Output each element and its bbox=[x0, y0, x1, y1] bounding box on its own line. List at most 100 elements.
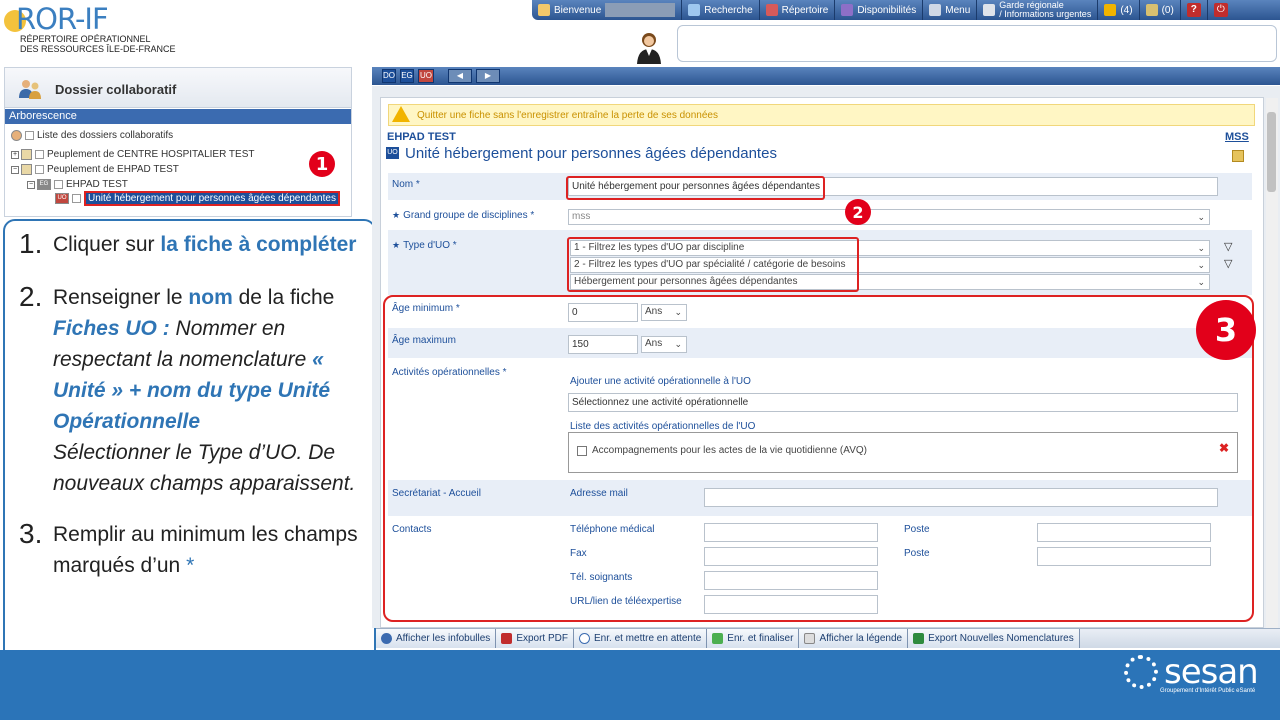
bed-icon bbox=[841, 4, 854, 16]
tab-do[interactable]: DO bbox=[382, 69, 396, 83]
info-icon bbox=[381, 633, 392, 644]
export-nomenclatures-button[interactable]: Export Nouvelles Nomenclatures bbox=[908, 629, 1080, 648]
dropdown-icon bbox=[54, 180, 63, 189]
app-header: ROR-IF RÉPERTOIRE OPÉRATIONNEL DES RESSO… bbox=[0, 0, 1280, 66]
nav-garde[interactable]: Garde régionale / Informations urgentes bbox=[977, 0, 1099, 20]
document-icon bbox=[804, 633, 816, 644]
sesan-logo: sesan bbox=[1164, 652, 1259, 692]
form-title: Unité hébergement pour personnes âgées d… bbox=[405, 145, 777, 162]
export-pdf-button[interactable]: Export PDF bbox=[496, 629, 574, 648]
selected-tree-item[interactable]: Unité hébergement pour personnes âgées d… bbox=[84, 191, 340, 206]
message-box bbox=[677, 25, 1277, 62]
pdf-icon bbox=[501, 633, 513, 644]
user-name-redacted bbox=[605, 3, 676, 17]
book-icon bbox=[765, 4, 778, 16]
dropdown-icon bbox=[25, 131, 34, 140]
excel-icon bbox=[913, 633, 925, 644]
panel-header: Dossier collaboratif bbox=[5, 68, 351, 108]
users-icon bbox=[11, 130, 22, 141]
collaborative-folder-panel: Dossier collaboratif Arborescence Liste … bbox=[4, 67, 352, 217]
tree-item-ehpad-peuplement[interactable]: − Peuplement de EHPAD TEST bbox=[11, 163, 179, 176]
scrollbar-thumb[interactable] bbox=[1267, 112, 1276, 192]
collapse-icon: − bbox=[11, 165, 19, 174]
uo-icon: UO bbox=[386, 147, 399, 159]
clock-icon bbox=[579, 633, 590, 644]
chevron-down-icon: ⌄ bbox=[1197, 212, 1205, 222]
nav-repertoire[interactable]: Répertoire bbox=[760, 0, 836, 20]
step-3: 3. Remplir au minimum les champs marqués… bbox=[19, 518, 358, 578]
show-legend-button[interactable]: Afficher la légende bbox=[799, 629, 909, 648]
highlight-required-fields bbox=[383, 295, 1254, 622]
nav-messages[interactable]: (0) bbox=[1140, 0, 1181, 20]
show-tooltips-button[interactable]: Afficher les infobulles bbox=[376, 629, 497, 648]
folder-icon bbox=[21, 149, 32, 160]
nav-disponibilites[interactable]: Disponibilités bbox=[835, 0, 924, 20]
folder-icon bbox=[21, 164, 32, 175]
grand-groupe-select[interactable]: mss ⌄ bbox=[568, 209, 1210, 225]
save-finalize-button[interactable]: Enr. et finaliser bbox=[707, 629, 800, 648]
step-badge-3: 3 bbox=[1196, 300, 1256, 360]
tree-item-list[interactable]: Liste des dossiers collaboratifs bbox=[11, 129, 173, 142]
filter-icon[interactable]: ▽ bbox=[1224, 257, 1232, 270]
footer-bar bbox=[0, 650, 1280, 720]
star-icon: ★ bbox=[392, 210, 401, 220]
dropdown-icon bbox=[35, 165, 44, 174]
bottom-toolbar: Afficher les infobulles Export PDF Enr. … bbox=[376, 628, 1280, 648]
form-toolbar: DO EG UO ◀ ▶ bbox=[372, 67, 1280, 85]
step-1: 1. Cliquer sur la fiche à compléter bbox=[19, 228, 357, 259]
uo-icon: UO bbox=[55, 193, 69, 204]
tab-eg[interactable]: EG bbox=[400, 69, 414, 83]
step-2: 2. Renseigner le nom de la fiche Fiches … bbox=[19, 281, 356, 496]
star-icon: ★ bbox=[392, 240, 401, 250]
forward-arrow-icon[interactable]: ▶ bbox=[476, 69, 500, 83]
mail-icon bbox=[1145, 4, 1158, 16]
arrow-icon bbox=[688, 4, 701, 16]
avatar-icon bbox=[637, 33, 661, 64]
warning-banner: Quitter une fiche sans l'enregistrer ent… bbox=[388, 104, 1255, 126]
filter-icon[interactable]: ▽ bbox=[1224, 240, 1232, 253]
panel-title: Dossier collaboratif bbox=[55, 82, 177, 97]
user-icon bbox=[538, 4, 550, 16]
sesan-subtitle: Groupement d'Intérêt Public eSanté bbox=[1160, 688, 1256, 694]
mss-link[interactable]: MSS bbox=[1225, 131, 1249, 143]
chevron-down-icon: ⌄ bbox=[1197, 243, 1205, 253]
tree-item-unite[interactable]: UO Unité hébergement pour personnes âgées… bbox=[55, 191, 340, 206]
sesan-logo-icon bbox=[1124, 655, 1158, 689]
expand-icon: + bbox=[11, 150, 19, 159]
nav-welcome[interactable]: Bienvenue bbox=[532, 0, 683, 20]
ror-logo: ROR-IF bbox=[16, 2, 109, 36]
help-button[interactable]: ? bbox=[1181, 0, 1208, 20]
monitor-icon bbox=[929, 4, 942, 16]
instructions-panel: 1. Cliquer sur la fiche à compléter 2. R… bbox=[3, 219, 376, 699]
nav-alerts[interactable]: (4) bbox=[1098, 0, 1140, 20]
ror-logo-subtitle: RÉPERTOIRE OPÉRATIONNEL DES RESSOURCES Î… bbox=[20, 34, 176, 54]
users-icon bbox=[19, 80, 41, 99]
nav-menu[interactable]: Menu bbox=[923, 0, 978, 20]
chevron-down-icon: ⌄ bbox=[1197, 260, 1205, 270]
entity-name: EHPAD TEST bbox=[387, 131, 456, 143]
add-document-icon[interactable] bbox=[1232, 150, 1244, 162]
highlight-type-uo bbox=[567, 237, 859, 292]
dropdown-icon bbox=[72, 194, 81, 203]
phone-icon bbox=[983, 4, 996, 16]
tab-uo[interactable]: UO bbox=[418, 69, 434, 83]
save-pending-button[interactable]: Enr. et mettre en attente bbox=[574, 629, 708, 648]
check-icon bbox=[712, 633, 724, 644]
collapse-icon: − bbox=[27, 180, 35, 189]
back-arrow-icon[interactable]: ◀ bbox=[448, 69, 472, 83]
warning-icon bbox=[1104, 4, 1117, 16]
warning-icon bbox=[392, 106, 410, 122]
tree-item-ehpad-test[interactable]: − EG EHPAD TEST bbox=[27, 178, 128, 191]
row-grand-groupe: ★ Grand groupe de disciplines * mss ⌄ bbox=[388, 200, 1252, 230]
nav-recherche[interactable]: Recherche bbox=[682, 0, 760, 20]
tree-item-centre-hospitalier[interactable]: + Peuplement de CENTRE HOSPITALIER TEST bbox=[11, 148, 254, 161]
step-badge-1: 1 bbox=[309, 151, 335, 177]
power-icon: ⏻ bbox=[1213, 3, 1228, 17]
logout-button[interactable]: ⏻ bbox=[1208, 0, 1234, 20]
highlight-nom bbox=[566, 176, 825, 200]
chevron-down-icon: ⌄ bbox=[1197, 277, 1205, 287]
tree-header: Arborescence bbox=[5, 109, 351, 124]
top-navigation: Bienvenue Recherche Répertoire Disponibi… bbox=[532, 0, 1280, 20]
dropdown-icon bbox=[35, 150, 44, 159]
step-badge-2: 2 bbox=[845, 199, 871, 225]
